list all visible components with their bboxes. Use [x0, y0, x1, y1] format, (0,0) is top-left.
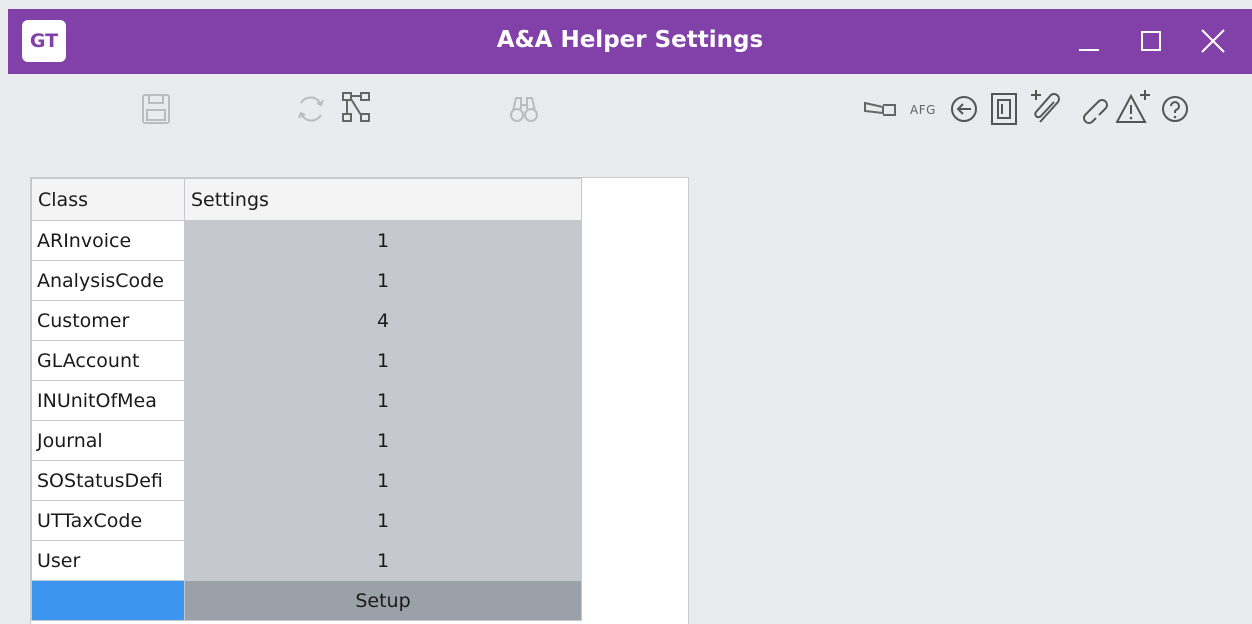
title-bar: GT A&A Helper Settings — [8, 9, 1252, 74]
settings-count-cell[interactable]: 1 — [184, 220, 582, 261]
paperclip-add-icon — [1031, 90, 1060, 123]
link-button[interactable] — [1072, 88, 1112, 128]
flashlight-icon — [864, 101, 896, 116]
class-cell[interactable]: User — [31, 540, 185, 581]
class-cell[interactable]: ARInvoice — [31, 220, 185, 261]
link-icon — [1083, 99, 1108, 124]
settings-count-cell[interactable]: 1 — [184, 260, 582, 301]
table-row[interactable]: INUnitOfMea 1 — [31, 380, 582, 421]
table-row[interactable]: AnalysisCode 1 — [31, 260, 582, 301]
setup-button[interactable]: Setup — [184, 580, 582, 621]
back-button[interactable] — [946, 91, 982, 127]
minimize-icon — [1079, 49, 1099, 51]
settings-count-cell[interactable]: 1 — [184, 540, 582, 581]
toolbar: AFG — [8, 74, 1252, 140]
grid-header-row: Class Settings — [31, 178, 582, 221]
table-row[interactable]: ARInvoice 1 — [31, 220, 582, 261]
back-arrow-icon — [951, 96, 977, 122]
settings-count-cell[interactable]: 4 — [184, 300, 582, 341]
attach-button[interactable] — [1028, 86, 1068, 130]
class-cell[interactable]: Customer — [31, 300, 185, 341]
column-header-class[interactable]: Class — [31, 178, 185, 221]
help-button[interactable] — [1158, 92, 1192, 126]
table-row[interactable]: User 1 — [31, 540, 582, 581]
minimize-button[interactable] — [1066, 20, 1112, 62]
settings-count-cell[interactable]: 1 — [184, 420, 582, 461]
grid-footer-row: Setup — [31, 580, 582, 621]
document-icon — [991, 93, 1017, 125]
table-row[interactable]: GLAccount 1 — [31, 340, 582, 381]
settings-grid-panel: Class Settings ARInvoice 1 AnalysisCode … — [30, 177, 689, 624]
flashlight-button[interactable] — [860, 94, 900, 124]
network-button[interactable] — [336, 87, 376, 127]
network-icon — [342, 92, 370, 122]
column-header-settings[interactable]: Settings — [184, 178, 582, 221]
maximize-button[interactable] — [1128, 20, 1174, 62]
refresh-icon — [298, 96, 324, 122]
help-icon — [1162, 96, 1188, 122]
save-icon — [142, 94, 170, 124]
class-cell[interactable]: UTTaxCode — [31, 500, 185, 541]
class-cell[interactable]: INUnitOfMea — [31, 380, 185, 421]
maximize-icon — [1141, 31, 1161, 51]
warning-add-button[interactable] — [1114, 86, 1154, 128]
find-button[interactable] — [504, 89, 544, 129]
document-button[interactable] — [986, 89, 1022, 129]
table-row[interactable]: SOStatusDefi 1 — [31, 460, 582, 501]
close-icon — [1201, 29, 1225, 53]
class-cell[interactable]: AnalysisCode — [31, 260, 185, 301]
settings-grid: Class Settings ARInvoice 1 AnalysisCode … — [31, 178, 582, 621]
new-row-cell[interactable] — [31, 580, 185, 621]
warning-add-icon — [1116, 90, 1150, 123]
table-row[interactable]: UTTaxCode 1 — [31, 500, 582, 541]
settings-count-cell[interactable]: 1 — [184, 340, 582, 381]
binoculars-icon — [510, 97, 538, 122]
settings-count-cell[interactable]: 1 — [184, 380, 582, 421]
class-cell[interactable]: Journal — [31, 420, 185, 461]
save-button[interactable] — [136, 89, 176, 129]
class-cell[interactable]: SOStatusDefi — [31, 460, 185, 501]
refresh-button[interactable] — [291, 89, 331, 129]
close-button[interactable] — [1190, 20, 1236, 62]
table-row[interactable]: Customer 4 — [31, 300, 582, 341]
afg-button[interactable]: AFG — [901, 98, 945, 122]
settings-count-cell[interactable]: 1 — [184, 500, 582, 541]
table-row[interactable]: Journal 1 — [31, 420, 582, 461]
settings-count-cell[interactable]: 1 — [184, 460, 582, 501]
class-cell[interactable]: GLAccount — [31, 340, 185, 381]
